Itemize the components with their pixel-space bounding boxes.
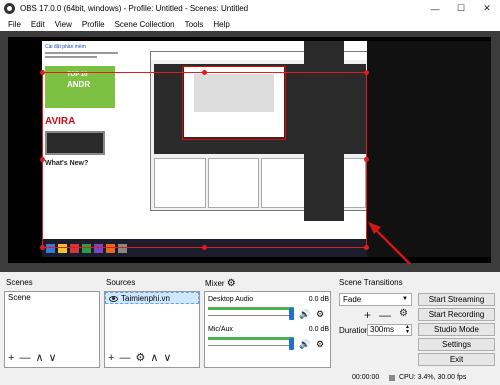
menu-profile[interactable]: Profile: [77, 20, 110, 29]
sources-list[interactable]: Taimienphi.vn + — ⚙ ∧ ∨: [104, 291, 200, 368]
menu-edit[interactable]: Edit: [26, 20, 50, 29]
volume-slider-knob[interactable]: [289, 308, 294, 320]
menu-view[interactable]: View: [50, 20, 77, 29]
start-recording-button[interactable]: Start Recording: [418, 308, 495, 321]
speaker-icon[interactable]: 🔊: [299, 309, 310, 320]
transition-toolbar: + — ⚙: [364, 308, 408, 322]
menu-bar: File Edit View Profile Scene Collection …: [0, 17, 500, 31]
sources-toolbar: + — ⚙ ∧ ∨: [108, 351, 171, 365]
status-cpu: CPU: 3.4%, 30.00 fps: [399, 374, 467, 381]
menu-help[interactable]: Help: [208, 20, 234, 29]
exit-button[interactable]: Exit: [418, 353, 495, 366]
studio-mode-button[interactable]: Studio Mode: [418, 323, 495, 336]
remove-source-button[interactable]: —: [119, 352, 130, 364]
channel-gear-icon[interactable]: ⚙: [316, 339, 324, 350]
mixer-header: Mixer ⚙: [205, 278, 236, 289]
menu-scene-collection[interactable]: Scene Collection: [110, 20, 180, 29]
move-source-up-button[interactable]: ∧: [150, 351, 158, 364]
status-time: 00:00:00: [352, 374, 380, 381]
mixer-gear-icon[interactable]: ⚙: [227, 278, 236, 289]
start-streaming-button[interactable]: Start Streaming: [418, 293, 495, 306]
move-scene-down-button[interactable]: ∨: [49, 351, 57, 364]
transition-gear-icon[interactable]: ⚙: [399, 308, 408, 322]
settings-button[interactable]: Settings: [418, 338, 495, 351]
channel-level: 0.0 dB: [308, 296, 329, 303]
mixer-channel-mic: Mic/Aux 0.0 dB 🔊 ⚙: [208, 326, 329, 350]
channel-level: 0.0 dB: [308, 326, 329, 333]
channel-name: Desktop Audio: [208, 296, 254, 303]
speaker-icon[interactable]: 🔊: [299, 339, 310, 350]
move-scene-up-button[interactable]: ∧: [35, 351, 43, 364]
volume-slider-knob[interactable]: [289, 338, 294, 350]
mixer-title: Mixer: [205, 279, 225, 288]
volume-slider-track[interactable]: [208, 315, 294, 316]
volume-slider-track[interactable]: [208, 345, 294, 346]
duration-spinbox[interactable]: 300ms ▲ ▼: [367, 324, 412, 336]
menu-file[interactable]: File: [3, 20, 26, 29]
chevron-down-icon: ▼: [402, 296, 408, 302]
minimize-button[interactable]: —: [422, 0, 448, 17]
duration-label: Duration: [339, 326, 370, 335]
channel-gear-icon[interactable]: ⚙: [316, 309, 324, 320]
scene-item[interactable]: Scene: [5, 292, 99, 304]
menu-tools[interactable]: Tools: [180, 20, 209, 29]
move-source-down-button[interactable]: ∨: [163, 351, 171, 364]
transition-select[interactable]: Fade ▼: [339, 293, 412, 306]
status-indicator-icon: [389, 375, 395, 381]
status-bar: 00:00:00 CPU: 3.4%, 30.00 fps: [0, 372, 500, 385]
source-item[interactable]: Taimienphi.vn: [105, 292, 199, 304]
audio-mixer: Desktop Audio 0.0 dB 🔊 ⚙ Mic/Aux 0.0 dB …: [204, 291, 331, 368]
add-transition-button[interactable]: +: [364, 308, 371, 322]
remove-transition-button[interactable]: —: [379, 308, 391, 322]
visibility-eye-icon[interactable]: [109, 296, 118, 302]
spin-arrows-icon[interactable]: ▲ ▼: [405, 325, 410, 335]
mixer-channel-desktop: Desktop Audio 0.0 dB 🔊 ⚙: [208, 296, 329, 320]
channel-name: Mic/Aux: [208, 326, 233, 333]
title-bar: OBS 17.0.0 (64bit, windows) - Profile: U…: [0, 0, 500, 17]
sources-title: Sources: [106, 278, 136, 287]
remove-scene-button[interactable]: —: [19, 352, 30, 364]
scenes-toolbar: + — ∧ ∨: [8, 351, 57, 365]
audio-meter: [208, 337, 294, 340]
scenes-list[interactable]: Scene + — ∧ ∨: [4, 291, 100, 368]
red-arrow-annotation: [368, 222, 411, 265]
source-properties-gear-icon[interactable]: ⚙: [135, 351, 145, 364]
window-title: OBS 17.0.0 (64bit, windows) - Profile: U…: [20, 4, 249, 13]
transitions-title: Scene Transitions: [339, 278, 403, 287]
maximize-button[interactable]: ☐: [448, 0, 474, 17]
preview-area[interactable]: Cài đặt phần mềm TOP 10 ANDR AVIRA What'…: [0, 31, 500, 272]
obs-logo-icon: [4, 3, 15, 14]
audio-meter: [208, 307, 294, 310]
close-button[interactable]: ✕: [474, 0, 500, 17]
scenes-title: Scenes: [6, 278, 33, 287]
add-scene-button[interactable]: +: [8, 352, 14, 364]
add-source-button[interactable]: +: [108, 352, 114, 364]
